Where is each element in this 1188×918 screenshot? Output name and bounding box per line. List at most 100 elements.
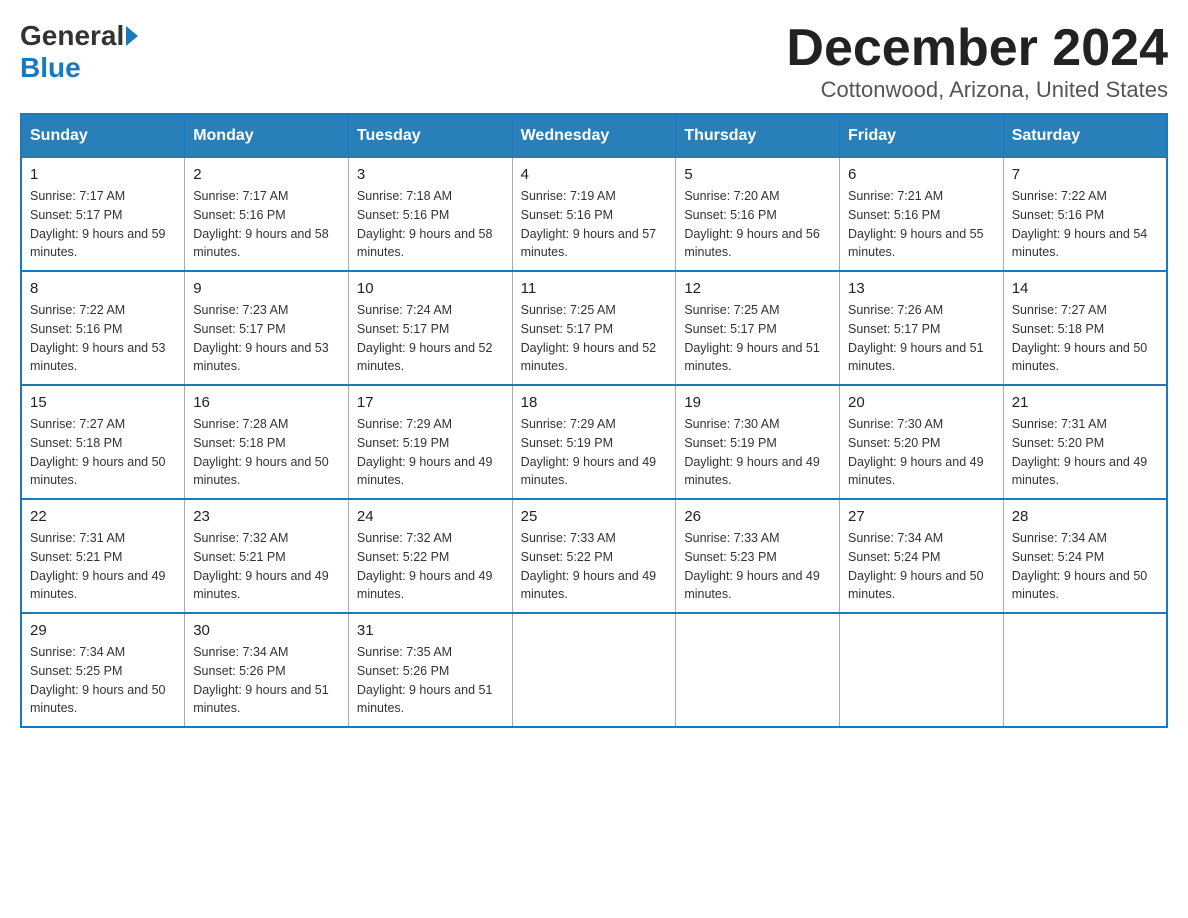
day-cell: 16 Sunrise: 7:28 AM Sunset: 5:18 PM Dayl… [185,385,349,499]
day-cell [840,613,1004,727]
day-cell: 25 Sunrise: 7:33 AM Sunset: 5:22 PM Dayl… [512,499,676,613]
day-cell: 8 Sunrise: 7:22 AM Sunset: 5:16 PM Dayli… [21,271,185,385]
day-cell: 29 Sunrise: 7:34 AM Sunset: 5:25 PM Dayl… [21,613,185,727]
title-block: December 2024 Cottonwood, Arizona, Unite… [786,20,1168,103]
day-info: Sunrise: 7:25 AM Sunset: 5:17 PM Dayligh… [684,301,831,376]
week-row-3: 15 Sunrise: 7:27 AM Sunset: 5:18 PM Dayl… [21,385,1167,499]
header-row: SundayMondayTuesdayWednesdayThursdayFrid… [21,114,1167,158]
day-info: Sunrise: 7:34 AM Sunset: 5:24 PM Dayligh… [848,529,995,604]
day-info: Sunrise: 7:30 AM Sunset: 5:20 PM Dayligh… [848,415,995,490]
day-cell: 12 Sunrise: 7:25 AM Sunset: 5:17 PM Dayl… [676,271,840,385]
day-number: 5 [684,166,831,183]
page-title: December 2024 [786,20,1168,77]
day-number: 3 [357,166,504,183]
logo: General Blue [20,20,138,84]
day-number: 18 [521,394,668,411]
day-info: Sunrise: 7:18 AM Sunset: 5:16 PM Dayligh… [357,187,504,262]
day-number: 22 [30,508,176,525]
day-cell: 23 Sunrise: 7:32 AM Sunset: 5:21 PM Dayl… [185,499,349,613]
day-info: Sunrise: 7:22 AM Sunset: 5:16 PM Dayligh… [30,301,176,376]
day-cell: 18 Sunrise: 7:29 AM Sunset: 5:19 PM Dayl… [512,385,676,499]
week-row-5: 29 Sunrise: 7:34 AM Sunset: 5:25 PM Dayl… [21,613,1167,727]
day-cell: 17 Sunrise: 7:29 AM Sunset: 5:19 PM Dayl… [348,385,512,499]
day-cell: 28 Sunrise: 7:34 AM Sunset: 5:24 PM Dayl… [1003,499,1167,613]
day-number: 1 [30,166,176,183]
day-number: 9 [193,280,340,297]
day-cell: 22 Sunrise: 7:31 AM Sunset: 5:21 PM Dayl… [21,499,185,613]
day-number: 29 [30,622,176,639]
logo-text: General [20,20,138,52]
day-info: Sunrise: 7:27 AM Sunset: 5:18 PM Dayligh… [30,415,176,490]
day-number: 20 [848,394,995,411]
day-cell: 26 Sunrise: 7:33 AM Sunset: 5:23 PM Dayl… [676,499,840,613]
logo-blue-text: Blue [20,52,81,84]
day-cell: 14 Sunrise: 7:27 AM Sunset: 5:18 PM Dayl… [1003,271,1167,385]
day-number: 31 [357,622,504,639]
day-cell: 1 Sunrise: 7:17 AM Sunset: 5:17 PM Dayli… [21,158,185,272]
day-cell: 31 Sunrise: 7:35 AM Sunset: 5:26 PM Dayl… [348,613,512,727]
day-cell [512,613,676,727]
day-cell: 20 Sunrise: 7:30 AM Sunset: 5:20 PM Dayl… [840,385,1004,499]
day-cell: 9 Sunrise: 7:23 AM Sunset: 5:17 PM Dayli… [185,271,349,385]
day-cell: 24 Sunrise: 7:32 AM Sunset: 5:22 PM Dayl… [348,499,512,613]
logo-triangle-icon [126,26,138,46]
day-number: 17 [357,394,504,411]
day-info: Sunrise: 7:25 AM Sunset: 5:17 PM Dayligh… [521,301,668,376]
day-cell [676,613,840,727]
calendar-body: 1 Sunrise: 7:17 AM Sunset: 5:17 PM Dayli… [21,158,1167,728]
day-number: 27 [848,508,995,525]
day-cell: 30 Sunrise: 7:34 AM Sunset: 5:26 PM Dayl… [185,613,349,727]
day-cell: 27 Sunrise: 7:34 AM Sunset: 5:24 PM Dayl… [840,499,1004,613]
header-cell-monday: Monday [185,114,349,158]
day-number: 11 [521,280,668,297]
day-info: Sunrise: 7:31 AM Sunset: 5:20 PM Dayligh… [1012,415,1158,490]
day-cell: 5 Sunrise: 7:20 AM Sunset: 5:16 PM Dayli… [676,158,840,272]
page-header: General Blue December 2024 Cottonwood, A… [20,20,1168,103]
day-info: Sunrise: 7:33 AM Sunset: 5:23 PM Dayligh… [684,529,831,604]
day-cell: 15 Sunrise: 7:27 AM Sunset: 5:18 PM Dayl… [21,385,185,499]
day-cell: 6 Sunrise: 7:21 AM Sunset: 5:16 PM Dayli… [840,158,1004,272]
header-cell-wednesday: Wednesday [512,114,676,158]
day-info: Sunrise: 7:29 AM Sunset: 5:19 PM Dayligh… [521,415,668,490]
day-info: Sunrise: 7:17 AM Sunset: 5:17 PM Dayligh… [30,187,176,262]
day-number: 8 [30,280,176,297]
day-number: 2 [193,166,340,183]
day-cell: 10 Sunrise: 7:24 AM Sunset: 5:17 PM Dayl… [348,271,512,385]
day-info: Sunrise: 7:21 AM Sunset: 5:16 PM Dayligh… [848,187,995,262]
day-number: 16 [193,394,340,411]
day-number: 13 [848,280,995,297]
day-number: 14 [1012,280,1158,297]
day-number: 15 [30,394,176,411]
logo-general-text: General [20,20,124,52]
day-info: Sunrise: 7:34 AM Sunset: 5:24 PM Dayligh… [1012,529,1158,604]
day-info: Sunrise: 7:32 AM Sunset: 5:22 PM Dayligh… [357,529,504,604]
day-info: Sunrise: 7:24 AM Sunset: 5:17 PM Dayligh… [357,301,504,376]
day-info: Sunrise: 7:20 AM Sunset: 5:16 PM Dayligh… [684,187,831,262]
day-info: Sunrise: 7:32 AM Sunset: 5:21 PM Dayligh… [193,529,340,604]
header-cell-thursday: Thursday [676,114,840,158]
day-number: 12 [684,280,831,297]
day-info: Sunrise: 7:27 AM Sunset: 5:18 PM Dayligh… [1012,301,1158,376]
day-info: Sunrise: 7:22 AM Sunset: 5:16 PM Dayligh… [1012,187,1158,262]
day-number: 26 [684,508,831,525]
day-info: Sunrise: 7:23 AM Sunset: 5:17 PM Dayligh… [193,301,340,376]
day-info: Sunrise: 7:34 AM Sunset: 5:26 PM Dayligh… [193,643,340,718]
day-cell: 2 Sunrise: 7:17 AM Sunset: 5:16 PM Dayli… [185,158,349,272]
day-info: Sunrise: 7:33 AM Sunset: 5:22 PM Dayligh… [521,529,668,604]
day-number: 28 [1012,508,1158,525]
day-info: Sunrise: 7:19 AM Sunset: 5:16 PM Dayligh… [521,187,668,262]
day-cell: 13 Sunrise: 7:26 AM Sunset: 5:17 PM Dayl… [840,271,1004,385]
day-number: 24 [357,508,504,525]
header-cell-saturday: Saturday [1003,114,1167,158]
calendar-header: SundayMondayTuesdayWednesdayThursdayFrid… [21,114,1167,158]
week-row-4: 22 Sunrise: 7:31 AM Sunset: 5:21 PM Dayl… [21,499,1167,613]
day-cell [1003,613,1167,727]
day-number: 30 [193,622,340,639]
calendar-table: SundayMondayTuesdayWednesdayThursdayFrid… [20,113,1168,728]
day-info: Sunrise: 7:35 AM Sunset: 5:26 PM Dayligh… [357,643,504,718]
day-number: 23 [193,508,340,525]
day-info: Sunrise: 7:31 AM Sunset: 5:21 PM Dayligh… [30,529,176,604]
day-number: 7 [1012,166,1158,183]
day-number: 21 [1012,394,1158,411]
week-row-2: 8 Sunrise: 7:22 AM Sunset: 5:16 PM Dayli… [21,271,1167,385]
